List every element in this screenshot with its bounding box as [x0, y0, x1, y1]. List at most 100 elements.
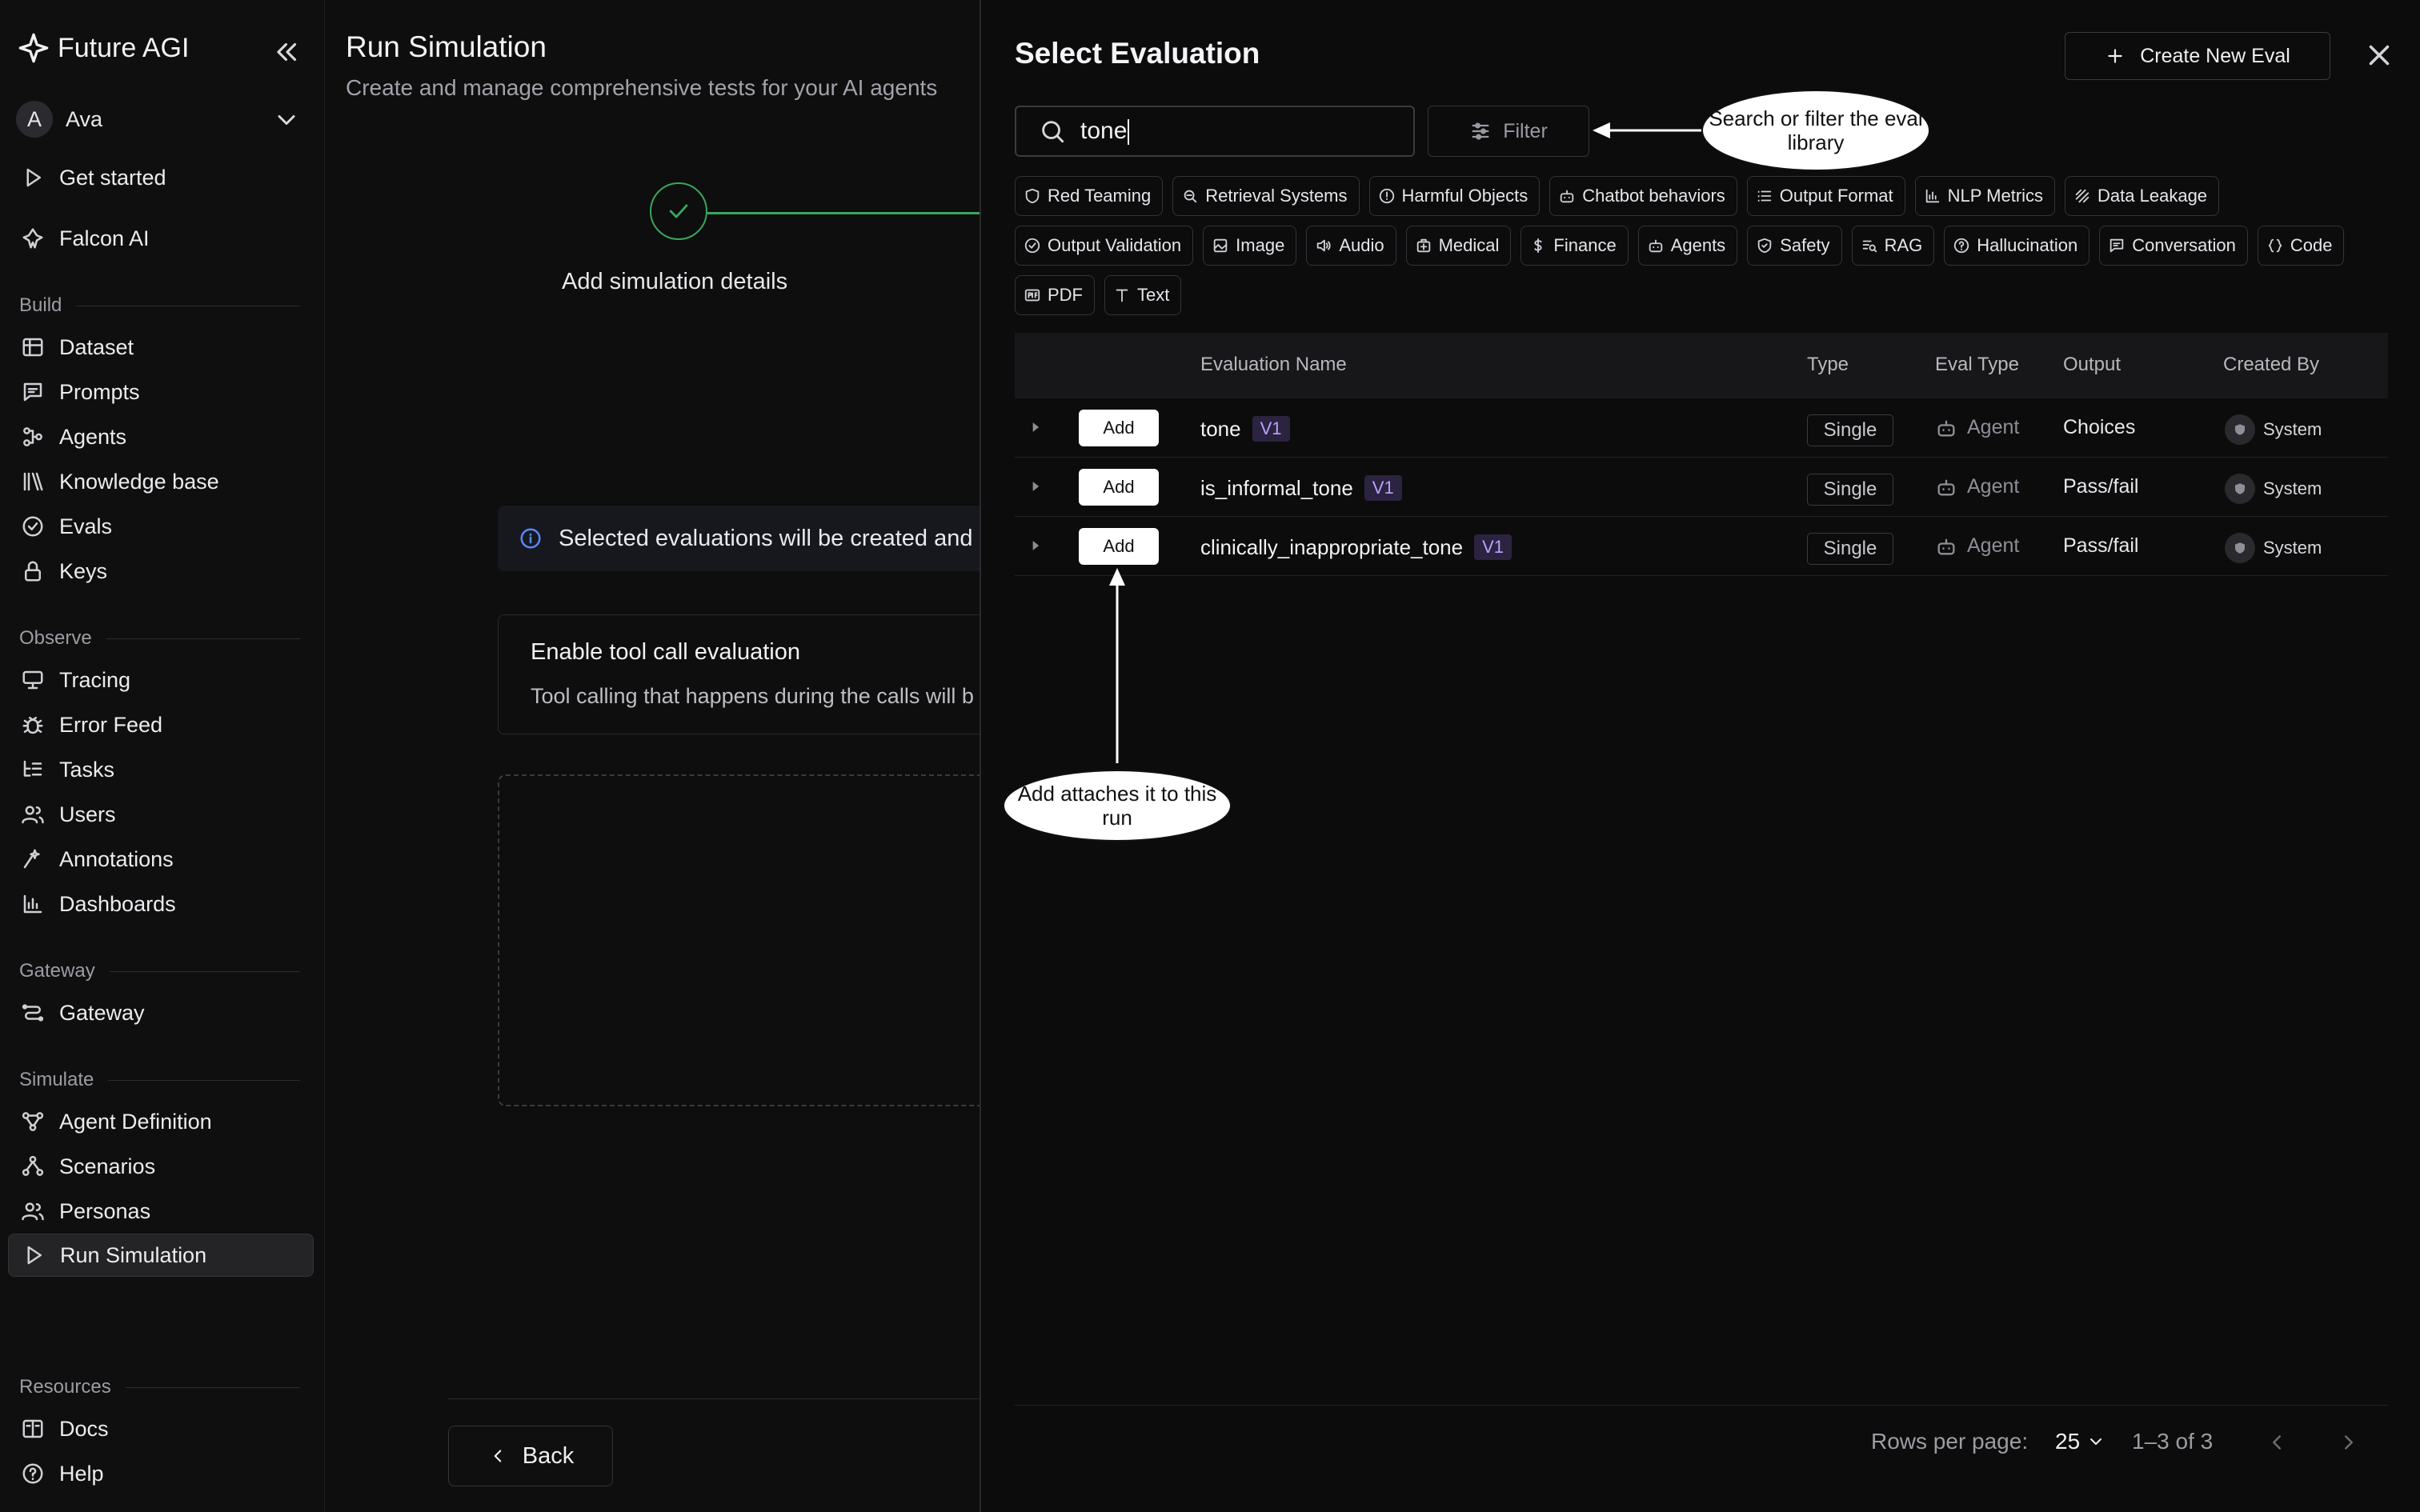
col-evaluation-name[interactable]: Evaluation Name [1200, 354, 1347, 376]
category-chips: Red Teaming Retrieval Systems Harmful Ob… [1015, 176, 2407, 325]
chip-retrieval-systems[interactable]: Retrieval Systems [1172, 176, 1360, 216]
table-icon [22, 338, 43, 357]
badge-check-icon [1024, 238, 1040, 254]
chip-audio[interactable]: Audio [1306, 226, 1396, 266]
sidebar-item-help[interactable]: Help [21, 1456, 104, 1491]
expand-row-icon[interactable] [1028, 419, 1044, 435]
hallucination-icon [1954, 238, 1969, 254]
next-page-icon[interactable] [2337, 1430, 2361, 1454]
col-eval-type[interactable]: Eval Type [1935, 354, 2019, 376]
chip-hallucination[interactable]: Hallucination [1944, 226, 2090, 266]
medical-icon [1416, 238, 1430, 253]
chip-code[interactable]: Code [2257, 226, 2345, 266]
main-content: Run Simulation Create and manage compreh… [325, 0, 1010, 1512]
user-menu[interactable]: A Ava [16, 101, 102, 138]
output-type: Choices [2063, 416, 2136, 438]
chip-rag[interactable]: RAG [1851, 226, 1935, 266]
sidebar-item-personas[interactable]: Personas [21, 1194, 150, 1229]
step-connector [707, 212, 980, 214]
lock-icon [25, 561, 41, 582]
sidebar-item-evals[interactable]: Evals [21, 509, 112, 544]
search-value: tone [1080, 117, 1128, 144]
chip-agents[interactable]: Agents [1637, 226, 1738, 266]
agents-icon [23, 427, 42, 446]
sidebar-item-prompts[interactable]: Prompts [21, 374, 140, 410]
chip-harmful-objects[interactable]: Harmful Objects [1368, 176, 1541, 216]
annotation-add: Add attaches it to this run [1003, 770, 1232, 842]
type-pill: Single [1807, 414, 1893, 446]
tool-call-eval-card[interactable]: Enable tool call evaluation Tool calling… [498, 614, 1010, 734]
info-icon [520, 528, 541, 549]
bug-icon [22, 717, 43, 734]
evaluations-table: Evaluation Name Type Eval Type Output Cr… [1015, 333, 2388, 576]
pdf-icon [1024, 289, 1040, 302]
col-output[interactable]: Output [2063, 354, 2121, 376]
prev-page-icon[interactable] [2265, 1430, 2289, 1454]
info-banner: Selected evaluations will be created and [498, 506, 994, 571]
brand-logo[interactable]: Future AGI [18, 32, 189, 64]
sidebar-item-agents[interactable]: Agents [21, 419, 126, 454]
sidebar-item-knowledge-base[interactable]: Knowledge base [21, 464, 219, 499]
pagination-range: 1–3 of 3 [2132, 1429, 2214, 1454]
sidebar-item-tasks[interactable]: Tasks [21, 752, 114, 787]
chip-output-validation[interactable]: Output Validation [1015, 226, 1194, 266]
sidebar-item-tracing[interactable]: Tracing [21, 662, 130, 698]
drawer-title: Select Evaluation [1015, 37, 1260, 70]
sidebar-item-dataset[interactable]: Dataset [21, 330, 134, 365]
chip-finance[interactable]: Finance [1521, 226, 1629, 266]
bot-icon [1937, 538, 1955, 554]
page-title: Run Simulation [346, 30, 547, 63]
bot-icon [1937, 420, 1955, 436]
chip-red-teaming[interactable]: Red Teaming [1015, 176, 1164, 216]
alert-icon [1379, 188, 1394, 204]
sidebar-item-run-simulation[interactable]: Run Simulation [8, 1234, 314, 1277]
chip-image[interactable]: Image [1203, 226, 1297, 266]
gateway-icon [22, 1004, 44, 1022]
col-type[interactable]: Type [1807, 354, 1849, 376]
sidebar-item-scenarios[interactable]: Scenarios [21, 1149, 155, 1184]
sidebar-item-gateway[interactable]: Gateway [21, 995, 145, 1030]
image-icon [1213, 238, 1228, 253]
sidebar-item-keys[interactable]: Keys [21, 554, 107, 589]
sidebar-item-agent-definition[interactable]: Agent Definition [21, 1104, 212, 1139]
filter-button[interactable]: Filter [1428, 106, 1589, 157]
evaluations-dropzone[interactable] [498, 774, 1010, 1106]
chip-data-leakage[interactable]: Data Leakage [2065, 176, 2220, 216]
create-new-eval-button[interactable]: Create New Eval [2065, 32, 2330, 80]
chip-output-format[interactable]: Output Format [1746, 176, 1905, 216]
add-button[interactable]: Add [1079, 528, 1159, 565]
logo-star-icon [18, 33, 49, 63]
system-avatar [2225, 474, 2255, 504]
sidebar-item-docs[interactable]: Docs [21, 1411, 109, 1446]
expand-row-icon[interactable] [1028, 538, 1044, 554]
close-icon[interactable] [2362, 38, 2396, 72]
rows-per-page-select[interactable]: 25 [2055, 1429, 2105, 1454]
chevron-down-icon[interactable] [272, 106, 301, 134]
table-header: Evaluation Name Type Eval Type Output Cr… [1015, 333, 2388, 398]
tool-call-eval-title: Enable tool call evaluation [531, 639, 800, 665]
sidebar-item-users[interactable]: Users [21, 797, 116, 832]
sidebar-item-annotations[interactable]: Annotations [21, 842, 174, 877]
tool-call-eval-description: Tool calling that happens during the cal… [531, 684, 974, 708]
chip-pdf[interactable]: PDF [1015, 275, 1095, 315]
sparkle-icon [23, 849, 40, 869]
chip-chatbot-behaviors[interactable]: Chatbot behaviors [1549, 176, 1737, 216]
system-avatar [2225, 533, 2255, 563]
collapse-sidebar-icon[interactable] [272, 37, 302, 67]
type-pill: Single [1807, 474, 1893, 506]
sidebar-item-error-feed[interactable]: Error Feed [21, 707, 162, 742]
sidebar-item-falcon-ai[interactable]: Falcon AI [21, 221, 150, 256]
search-input[interactable]: tone [1015, 106, 1415, 157]
chip-conversation[interactable]: Conversation [2099, 226, 2248, 266]
chip-text[interactable]: Text [1104, 275, 1182, 315]
add-button[interactable]: Add [1079, 469, 1159, 506]
expand-row-icon[interactable] [1028, 478, 1044, 494]
sidebar-item-dashboards[interactable]: Dashboards [21, 886, 176, 922]
chip-safety[interactable]: Safety [1747, 226, 1842, 266]
back-button[interactable]: Back [448, 1426, 613, 1486]
add-button[interactable]: Add [1079, 410, 1159, 446]
chip-medical[interactable]: Medical [1405, 226, 1512, 266]
chip-nlp-metrics[interactable]: NLP Metrics [1914, 176, 2056, 216]
col-created-by[interactable]: Created By [2223, 354, 2319, 376]
sidebar-item-get-started[interactable]: Get started [21, 160, 166, 195]
